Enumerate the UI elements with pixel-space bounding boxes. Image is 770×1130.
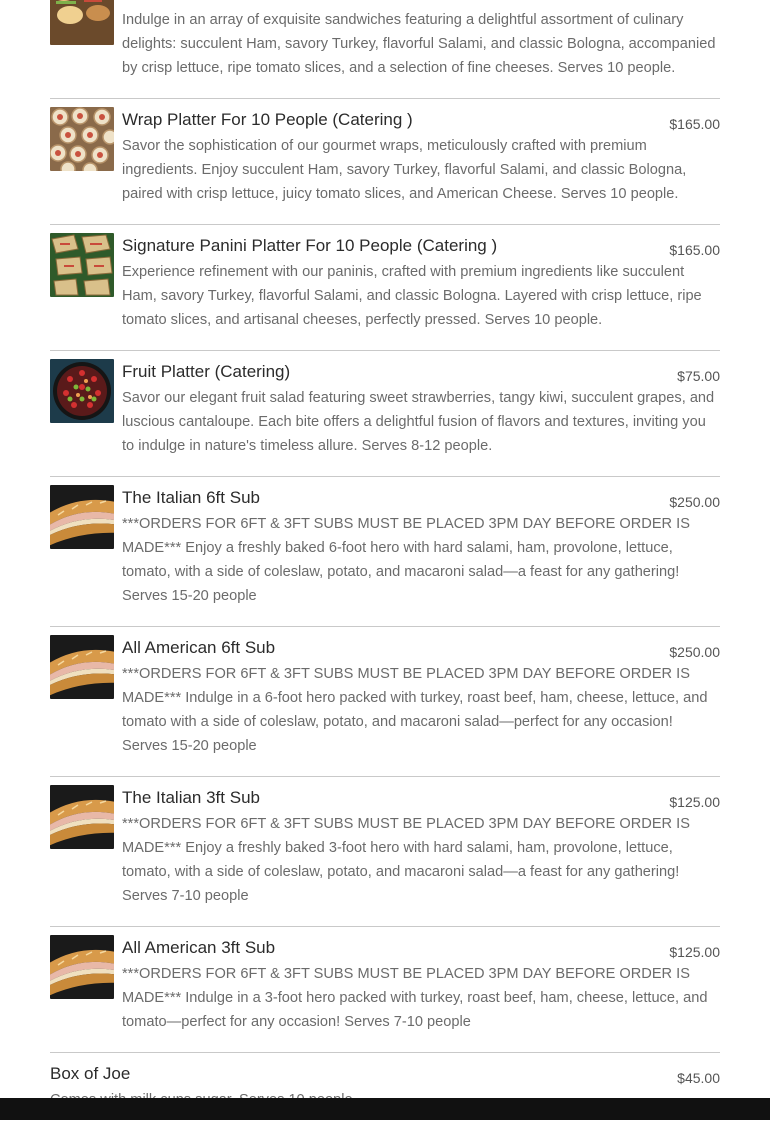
sandwich-platter-image[interactable] xyxy=(50,0,114,45)
menu-item-sandwich-platter[interactable]: Indulge in an array of exquisite sandwic… xyxy=(50,0,720,98)
page-footer xyxy=(0,1098,770,1120)
menu-item-description: Experience refinement with our paninis, … xyxy=(122,264,702,328)
menu-item-price: $250.00 xyxy=(669,644,720,660)
menu-item-description: Savor our elegant fruit salad featuring … xyxy=(122,390,715,454)
menu-item-title[interactable]: The Italian 3ft Sub xyxy=(122,788,260,808)
menu-item-price: $75.00 xyxy=(677,368,720,384)
menu-item-description: ***ORDERS FOR 6FT & 3FT SUBS MUST BE PLA… xyxy=(122,666,708,754)
menu-item-price: $125.00 xyxy=(669,944,720,960)
menu-item-title[interactable]: All American 6ft Sub xyxy=(122,638,275,658)
menu-item-price: $45.00 xyxy=(677,1070,720,1086)
panini-platter-image[interactable] xyxy=(50,233,114,297)
sub-sandwich-image[interactable] xyxy=(50,635,114,699)
menu-item-description: ***ORDERS FOR 6FT & 3FT SUBS MUST BE PLA… xyxy=(122,816,690,904)
menu-item-price: $165.00 xyxy=(669,242,720,258)
menu-item-price: $125.00 xyxy=(669,794,720,810)
menu-item-description: Indulge in an array of exquisite sandwic… xyxy=(122,12,716,76)
menu-item-all-american-3ft-sub[interactable]: All American 3ft Sub $125.00 ***ORDERS F… xyxy=(50,926,720,1052)
menu-item-description: Savor the sophistication of our gourmet … xyxy=(122,138,687,202)
menu-item-title[interactable]: The Italian 6ft Sub xyxy=(122,488,260,508)
fruit-platter-image[interactable] xyxy=(50,359,114,423)
menu-item-fruit-platter[interactable]: Fruit Platter (Catering) $75.00 Savor ou… xyxy=(50,350,720,476)
menu-item-italian-6ft-sub[interactable]: The Italian 6ft Sub $250.00 ***ORDERS FO… xyxy=(50,476,720,626)
menu-item-italian-3ft-sub[interactable]: The Italian 3ft Sub $125.00 ***ORDERS FO… xyxy=(50,776,720,926)
menu-item-description: ***ORDERS FOR 6FT & 3FT SUBS MUST BE PLA… xyxy=(122,516,690,604)
menu-item-title[interactable]: Box of Joe xyxy=(50,1064,130,1084)
menu-item-price: $165.00 xyxy=(669,116,720,132)
menu-item-price: $250.00 xyxy=(669,494,720,510)
menu-item-description: ***ORDERS FOR 6FT & 3FT SUBS MUST BE PLA… xyxy=(122,966,708,1030)
sub-sandwich-image[interactable] xyxy=(50,785,114,849)
sub-sandwich-image[interactable] xyxy=(50,485,114,549)
catering-menu-list: Indulge in an array of exquisite sandwic… xyxy=(50,0,720,1130)
menu-item-title[interactable]: Wrap Platter For 10 People (Catering ) xyxy=(122,110,413,130)
menu-item-title[interactable]: All American 3ft Sub xyxy=(122,938,275,958)
sub-sandwich-image[interactable] xyxy=(50,935,114,999)
menu-item-title[interactable]: Fruit Platter (Catering) xyxy=(122,362,290,382)
menu-item-title[interactable]: Signature Panini Platter For 10 People (… xyxy=(122,236,497,256)
menu-item-wrap-platter[interactable]: Wrap Platter For 10 People (Catering ) $… xyxy=(50,98,720,224)
wrap-platter-image[interactable] xyxy=(50,107,114,171)
menu-item-all-american-6ft-sub[interactable]: All American 6ft Sub $250.00 ***ORDERS F… xyxy=(50,626,720,776)
menu-item-panini-platter[interactable]: Signature Panini Platter For 10 People (… xyxy=(50,224,720,350)
